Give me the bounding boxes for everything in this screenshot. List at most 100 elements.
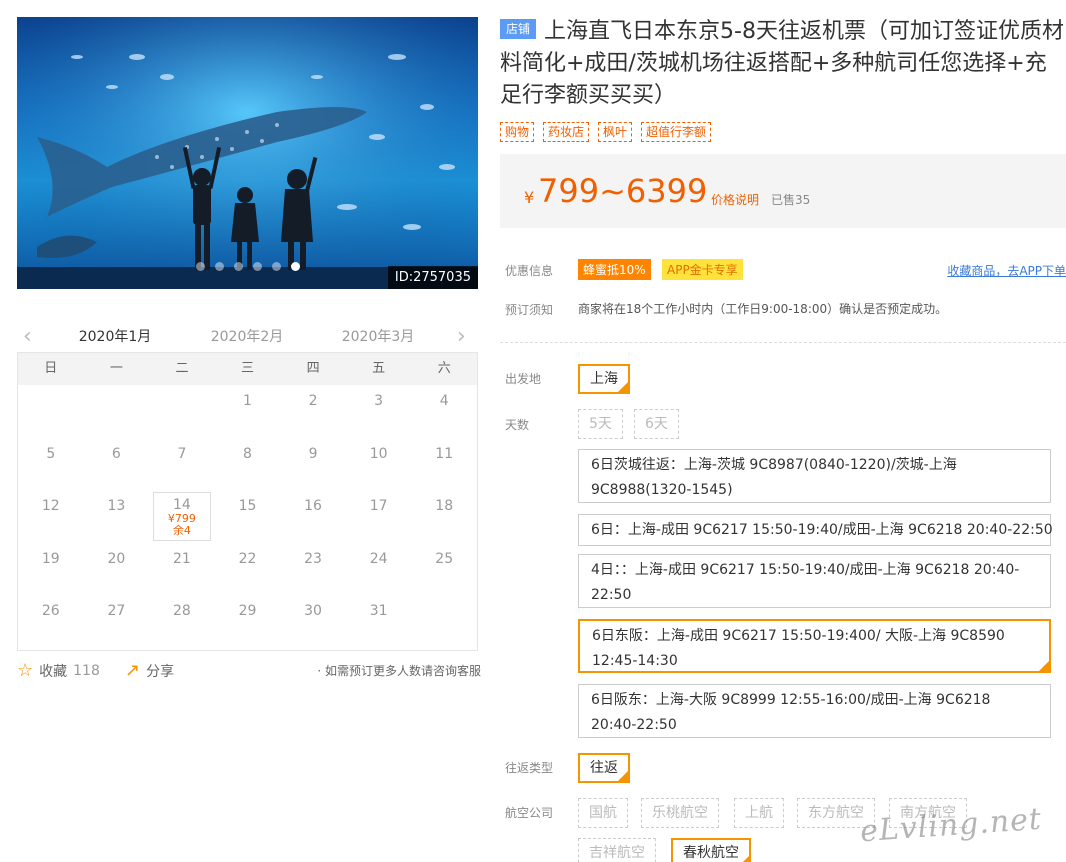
airline-option[interactable]: 乐桃航空 xyxy=(641,798,719,828)
calendar-day[interactable]: 15 xyxy=(215,490,281,543)
airline-label: 航空公司 xyxy=(505,806,554,820)
days-option-6[interactable]: 6天 xyxy=(634,409,679,439)
tag: 超值行李额 xyxy=(641,122,712,142)
share-icon: ↗ xyxy=(125,660,141,681)
calendar-empty xyxy=(411,595,477,648)
calendar-day[interactable]: 31 xyxy=(346,595,412,648)
calendar-day[interactable]: 27 xyxy=(84,595,150,648)
calendar-day[interactable]: 21 xyxy=(149,543,215,596)
calendar-day[interactable]: 18 xyxy=(411,490,477,543)
share-label: 分享 xyxy=(146,663,175,680)
weekday-label: 四 xyxy=(306,361,320,376)
favorite-button[interactable]: ☆ 收藏 118 xyxy=(17,660,100,681)
airline-option[interactable]: 国航 xyxy=(578,798,628,828)
divider xyxy=(500,342,1066,343)
weekday-label: 五 xyxy=(372,361,386,376)
flight-option-selected[interactable]: 6日东阪：上海-成田 9C6217 15:50-19:400/ 大阪-上海 9C… xyxy=(578,619,1051,673)
calendar-day[interactable]: 28 xyxy=(149,595,215,648)
airline-option[interactable]: 上航 xyxy=(734,798,784,828)
product-tags: 购物 药妆店 枫叶 超值行李额 xyxy=(500,122,712,142)
weekday-label: 三 xyxy=(241,361,255,376)
date-calendar: 日 一 二 三 四 五 六 1 2 3 4 5 6 7 8 9 10 11 12 13 14 ¥799 余4 1… xyxy=(17,352,478,651)
currency-symbol: ¥ xyxy=(524,188,535,207)
favorite-label: 收藏 xyxy=(39,663,68,680)
share-button[interactable]: ↗ 分享 xyxy=(125,660,174,681)
promo-label: 优惠信息 xyxy=(505,264,554,278)
sold-count: 已售35 xyxy=(771,193,811,207)
action-bar: ☆ 收藏 118 ↗ 分享 · 如需预订更多人数请咨询客服 xyxy=(17,660,481,682)
calendar-empty xyxy=(149,385,215,438)
gallery-dot[interactable] xyxy=(214,262,224,271)
airline-option[interactable]: 吉祥航空 xyxy=(578,838,656,862)
shop-badge[interactable]: 店铺 xyxy=(500,19,537,39)
calendar-day[interactable]: 9 xyxy=(280,438,346,491)
day-stock: 余4 xyxy=(172,524,191,537)
gallery-dot[interactable] xyxy=(271,262,281,271)
calendar-day[interactable]: 10 xyxy=(346,438,412,491)
gallery-dot[interactable] xyxy=(252,262,262,271)
calendar-day[interactable]: 23 xyxy=(280,543,346,596)
flight-option[interactable]: 6日：上海-成田 9C6217 15:50-19:40/成田-上海 9C6218… xyxy=(578,514,1053,546)
departure-label: 出发地 xyxy=(505,372,542,386)
promo-badge-app: APP金卡专享 xyxy=(662,259,743,280)
chevron-left-icon[interactable]: ‹ xyxy=(23,324,32,349)
weekday-header: 日 一 二 三 四 五 六 xyxy=(18,353,477,385)
calendar-day[interactable]: 19 xyxy=(18,543,84,596)
calendar-day-selected[interactable]: 14 ¥799 余4 xyxy=(153,492,211,541)
contact-note: · 如需预订更多人数请咨询客服 xyxy=(317,664,481,678)
calendar-day[interactable]: 6 xyxy=(84,438,150,491)
tag: 购物 xyxy=(500,122,535,142)
calendar-day[interactable]: 17 xyxy=(346,490,412,543)
calendar-day[interactable]: 30 xyxy=(280,595,346,648)
calendar-day[interactable]: 3 xyxy=(346,385,412,438)
calendar-day[interactable]: 12 xyxy=(18,490,84,543)
calendar-day[interactable]: 20 xyxy=(84,543,150,596)
calendar-day[interactable]: 22 xyxy=(215,543,281,596)
calendar-day[interactable]: 26 xyxy=(18,595,84,648)
gallery-dot[interactable] xyxy=(233,262,243,271)
weekday-label: 日 xyxy=(44,361,58,376)
departure-option-shanghai[interactable]: 上海 xyxy=(578,364,630,394)
calendar-day[interactable]: 2 xyxy=(280,385,346,438)
calendar-empty xyxy=(18,385,84,438)
product-title-text: 上海直飞日本东京5-8天往返机票（可加订签证优质材料简化+成田/茨城机场往返搭配… xyxy=(500,19,1064,108)
aquarium-photo xyxy=(17,17,478,289)
calendar-day[interactable]: 5 xyxy=(18,438,84,491)
price-range: 799~6399 xyxy=(538,172,708,210)
favorite-app-link[interactable]: 收藏商品，去APP下单 xyxy=(947,262,1066,279)
flight-option[interactable]: 6日阪东：上海-大阪 9C8999 12:55-16:00/成田-上海 9C62… xyxy=(578,684,1051,738)
product-title: 店铺 上海直飞日本东京5-8天往返机票（可加订签证优质材料简化+成田/茨城机场往返… xyxy=(500,16,1066,112)
booking-label: 预订须知 xyxy=(505,303,554,317)
price-explain-link[interactable]: 价格说明 xyxy=(711,191,759,208)
flight-option[interactable]: 4日：：上海-成田 9C6217 15:50-19:40/成田-上海 9C621… xyxy=(578,554,1051,608)
calendar-day[interactable]: 25 xyxy=(411,543,477,596)
calendar-day[interactable]: 7 xyxy=(149,438,215,491)
calendar-day[interactable]: 11 xyxy=(411,438,477,491)
day-number: 14 xyxy=(173,497,191,513)
calendar-day[interactable]: 8 xyxy=(215,438,281,491)
calendar-grid: 1 2 3 4 5 6 7 8 9 10 11 12 13 14 ¥799 余4 15 16 17 18 19 20 21 2… xyxy=(18,385,477,648)
calendar-day[interactable]: 29 xyxy=(215,595,281,648)
gallery-dot[interactable] xyxy=(195,262,205,271)
tag: 药妆店 xyxy=(543,122,590,142)
calendar-day[interactable]: 13 xyxy=(84,490,150,543)
promo-badge-honey: 蜂蜜抵10% xyxy=(578,259,651,280)
weekday-label: 二 xyxy=(175,361,189,376)
airline-option-selected[interactable]: 春秋航空 xyxy=(671,838,751,862)
calendar-empty xyxy=(84,385,150,438)
calendar-day[interactable]: 1 xyxy=(215,385,281,438)
calendar-day[interactable]: 4 xyxy=(411,385,477,438)
calendar-day[interactable]: 16 xyxy=(280,490,346,543)
trip-type-label: 往返类型 xyxy=(505,761,554,775)
gallery-dot-active[interactable] xyxy=(290,262,300,271)
product-image-gallery[interactable]: ID:2757035 xyxy=(17,17,478,289)
days-option-5[interactable]: 5天 xyxy=(578,409,623,439)
image-id-label: ID:2757035 xyxy=(387,266,478,289)
tag: 枫叶 xyxy=(598,122,633,142)
chevron-right-icon[interactable]: › xyxy=(457,324,466,349)
calendar-day[interactable]: 24 xyxy=(346,543,412,596)
trip-option-roundtrip[interactable]: 往返 xyxy=(578,753,630,783)
flight-option[interactable]: 6日茨城往返：上海-茨城 9C8987(0840-1220)/茨城-上海 9C8… xyxy=(578,449,1051,503)
month-tabs: ‹ 2020年1月 2020年2月 2020年3月 › xyxy=(17,318,478,356)
booking-notice: 商家将在18个工作小时内（工作日9:00-18:00）确认是否预定成功。 xyxy=(578,302,948,316)
